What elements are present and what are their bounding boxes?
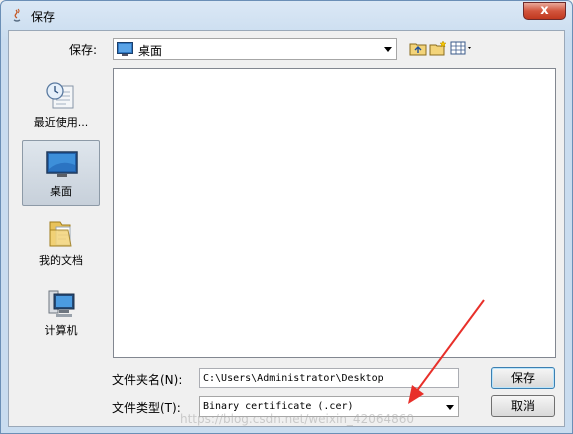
view-menu-icon[interactable] [450,40,474,56]
save-in-value: 桌面 [138,44,163,58]
folder-name-label: 文件夹名(N): [112,373,183,387]
chevron-down-icon[interactable] [441,397,458,417]
dialog-body: 保存: 桌面 最近使用... 桌面 我的文档 计算机 文件夹名(N): C:\U… [8,30,565,427]
folder-name-input[interactable] [199,368,459,388]
place-documents[interactable]: 我的文档 [22,210,100,276]
close-icon: x [540,3,549,18]
new-folder-icon[interactable] [429,40,447,56]
chevron-down-icon[interactable] [379,39,396,59]
title-bar[interactable]: 保存 x [1,1,572,29]
desktop-icon [117,42,133,56]
save-button[interactable]: 保存 [491,367,555,389]
save-in-label: 保存: [69,43,98,57]
java-app-icon [13,8,21,22]
file-type-label: 文件类型(T): [112,401,181,415]
place-desktop[interactable]: 桌面 [22,140,100,206]
place-label: 桌面 [50,185,72,198]
place-computer[interactable]: 计算机 [22,280,100,346]
watermark-text: https://blog.csdn.net/weixin_42064860 [180,412,415,426]
up-folder-icon[interactable] [409,40,427,56]
desktop-icon [46,151,78,177]
window-title: 保存 [31,10,56,24]
save-dialog: 保存 x 保存: 桌面 最近使用... 桌面 我的文档 计算机 文件夹名(N):… [0,0,573,434]
place-label: 计算机 [44,324,78,337]
place-label: 我的文档 [39,254,83,267]
places-bar: 最近使用... 桌面 我的文档 计算机 [20,68,102,396]
place-recent[interactable]: 最近使用... [22,72,100,138]
save-in-dropdown[interactable]: 桌面 [113,38,397,60]
computer-icon [48,290,75,317]
file-list-view[interactable] [113,68,556,358]
place-label: 最近使用... [33,116,89,129]
close-button[interactable]: x [523,2,566,20]
documents-folder-icon [49,221,72,247]
cancel-button[interactable]: 取消 [491,395,555,417]
recent-places-icon [46,82,74,109]
